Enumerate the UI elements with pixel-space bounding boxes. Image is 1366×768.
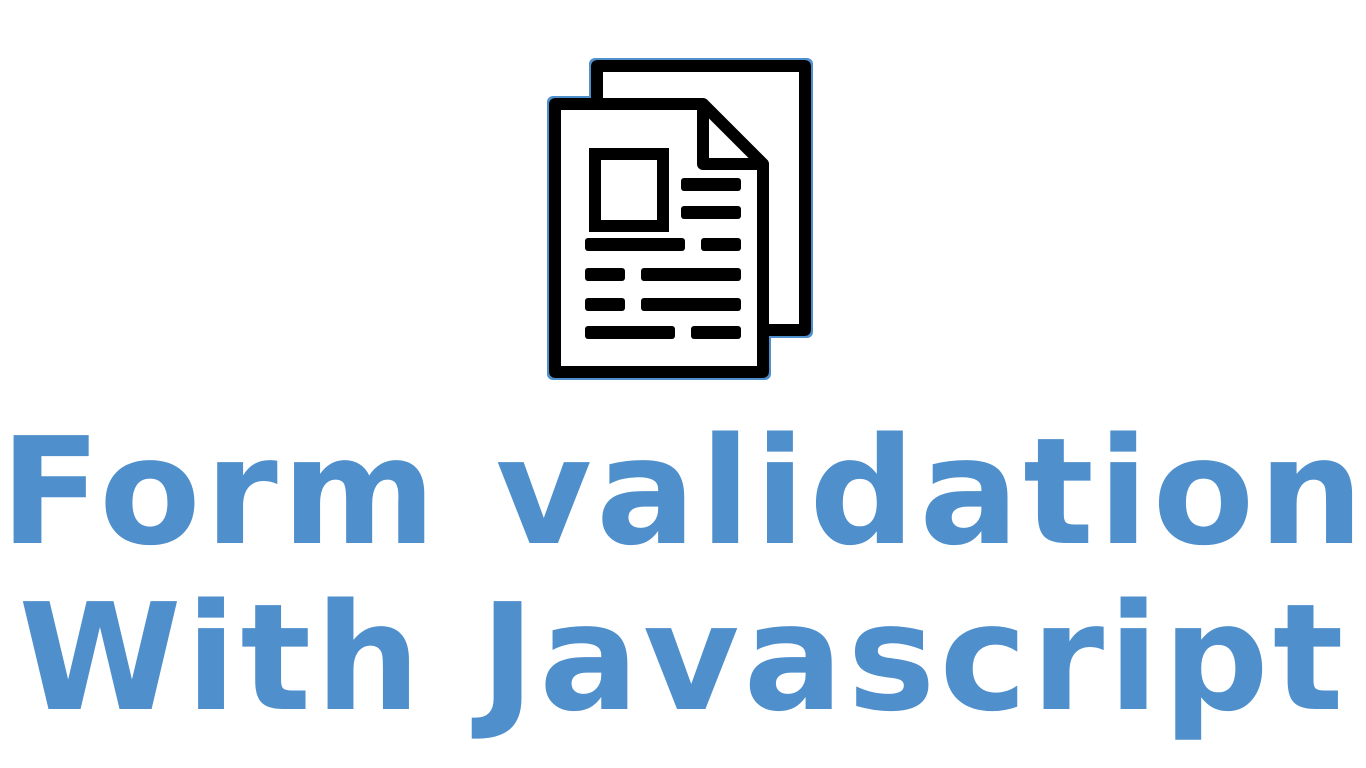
- page: Form validation With Javascript: [0, 0, 1366, 768]
- title-line-2: With Javascript: [18, 572, 1348, 744]
- document-copy-icon: [549, 60, 811, 378]
- title-line-1: Form validation: [0, 406, 1366, 578]
